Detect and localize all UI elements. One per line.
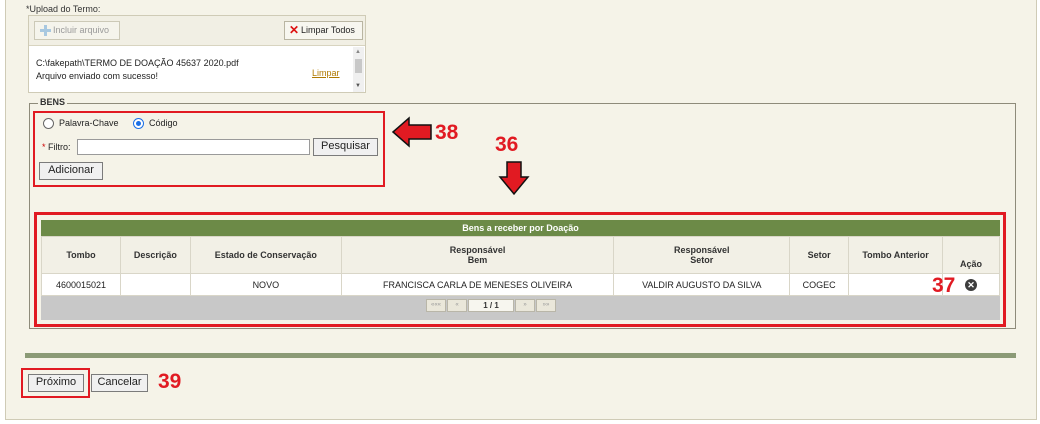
required-mark: * [42, 142, 46, 152]
upload-toolbar: Incluir arquivo ✕ Limpar Todos [29, 16, 365, 46]
footer-divider [25, 353, 1016, 358]
cell-responsavel-bem: FRANCISCA CARLA DE MENESES OLIVEIRA [340, 273, 615, 296]
filter-label: * Filtro: [42, 142, 71, 152]
delete-row-icon[interactable]: ✕ [965, 278, 977, 291]
col-header-setor: Setor [789, 236, 850, 274]
search-button[interactable]: Pesquisar [313, 138, 378, 156]
include-file-button[interactable]: Incluir arquivo [34, 21, 120, 40]
remove-file-link[interactable]: Limpar [312, 68, 340, 78]
cell-tombo: 4600015021 [41, 273, 121, 296]
scroll-down-icon[interactable]: ▼ [355, 83, 361, 89]
donation-items-grid: Bens a receber por Doação Tombo Descriçã… [41, 220, 1000, 320]
last-page-button[interactable]: »» [536, 299, 556, 312]
col-header-acao: Ação [942, 236, 1000, 274]
upload-label: *Upload do Termo: [26, 4, 101, 14]
bens-legend: BENS [38, 97, 68, 107]
arrow-down-icon [498, 161, 530, 196]
arrow-left-icon [391, 116, 432, 148]
grid-caption: Bens a receber por Doação [41, 220, 1000, 236]
first-page-button[interactable]: ««« [426, 299, 446, 312]
keyword-radio[interactable] [43, 118, 54, 129]
cell-tombo-anterior [848, 273, 944, 296]
keyword-radio-label: Palavra-Chave [59, 118, 119, 128]
file-list-scrollbar[interactable]: ▲ ▼ [353, 47, 364, 92]
responsavel-bem-line1: Responsável [449, 245, 506, 255]
col-header-responsavel-setor: Responsável Setor [613, 236, 791, 274]
responsavel-bem-line2: Bem [467, 255, 488, 265]
col-header-descricao: Descrição [119, 236, 191, 274]
pager: ««« « 1 / 1 » »» [426, 299, 556, 312]
table-header-row: Tombo Descrição Estado de Conservação Re… [41, 236, 1000, 274]
upload-box: Incluir arquivo ✕ Limpar Todos C:\fakepa… [28, 15, 366, 93]
uploaded-file-name: C:\fakepath\TERMO DE DOAÇÃO 45637 2020.p… [36, 58, 239, 68]
cell-responsavel-setor: VALDIR AUGUSTO DA SILVA [613, 273, 791, 296]
upload-status: Arquivo enviado com sucesso! [36, 71, 159, 81]
page-indicator: 1 / 1 [468, 299, 514, 312]
clear-all-button[interactable]: ✕ Limpar Todos [284, 21, 363, 40]
next-page-button[interactable]: » [515, 299, 535, 312]
filter-label-text: Filtro: [48, 142, 71, 152]
callout-39: 39 [158, 370, 182, 393]
callout-37: 37 [932, 274, 956, 297]
callout-38: 38 [435, 121, 459, 144]
pager-bar: ««« « 1 / 1 » »» [41, 296, 1000, 320]
next-button[interactable]: Próximo [28, 374, 84, 392]
callout-36: 36 [495, 133, 519, 156]
col-header-estado: Estado de Conservação [189, 236, 342, 274]
cell-estado: NOVO [189, 273, 342, 296]
cell-descricao [119, 273, 191, 296]
add-button[interactable]: Adicionar [39, 162, 103, 180]
filter-input[interactable] [77, 139, 310, 155]
col-header-tombo-anterior: Tombo Anterior [848, 236, 944, 274]
responsavel-setor-line2: Setor [690, 255, 714, 265]
close-icon: ✕ [289, 23, 300, 37]
responsavel-setor-line1: Responsável [674, 245, 730, 255]
col-header-responsavel-bem: Responsável Bem [340, 236, 615, 274]
col-header-tombo: Tombo [41, 236, 121, 274]
cancel-button[interactable]: Cancelar [91, 374, 148, 392]
prev-page-button[interactable]: « [447, 299, 467, 312]
clear-all-label: Limpar Todos [301, 25, 355, 35]
code-radio-label: Código [149, 118, 178, 128]
cell-setor: COGEC [789, 273, 850, 296]
scroll-thumb[interactable] [355, 59, 362, 73]
table-row: 4600015021 NOVO FRANCISCA CARLA DE MENES… [41, 273, 1000, 296]
donation-items-table: Tombo Descrição Estado de Conservação Re… [41, 236, 1000, 296]
include-file-label: Incluir arquivo [53, 25, 110, 35]
code-radio[interactable] [133, 118, 144, 129]
scroll-up-icon[interactable]: ▲ [355, 49, 361, 55]
plus-icon [40, 25, 51, 36]
